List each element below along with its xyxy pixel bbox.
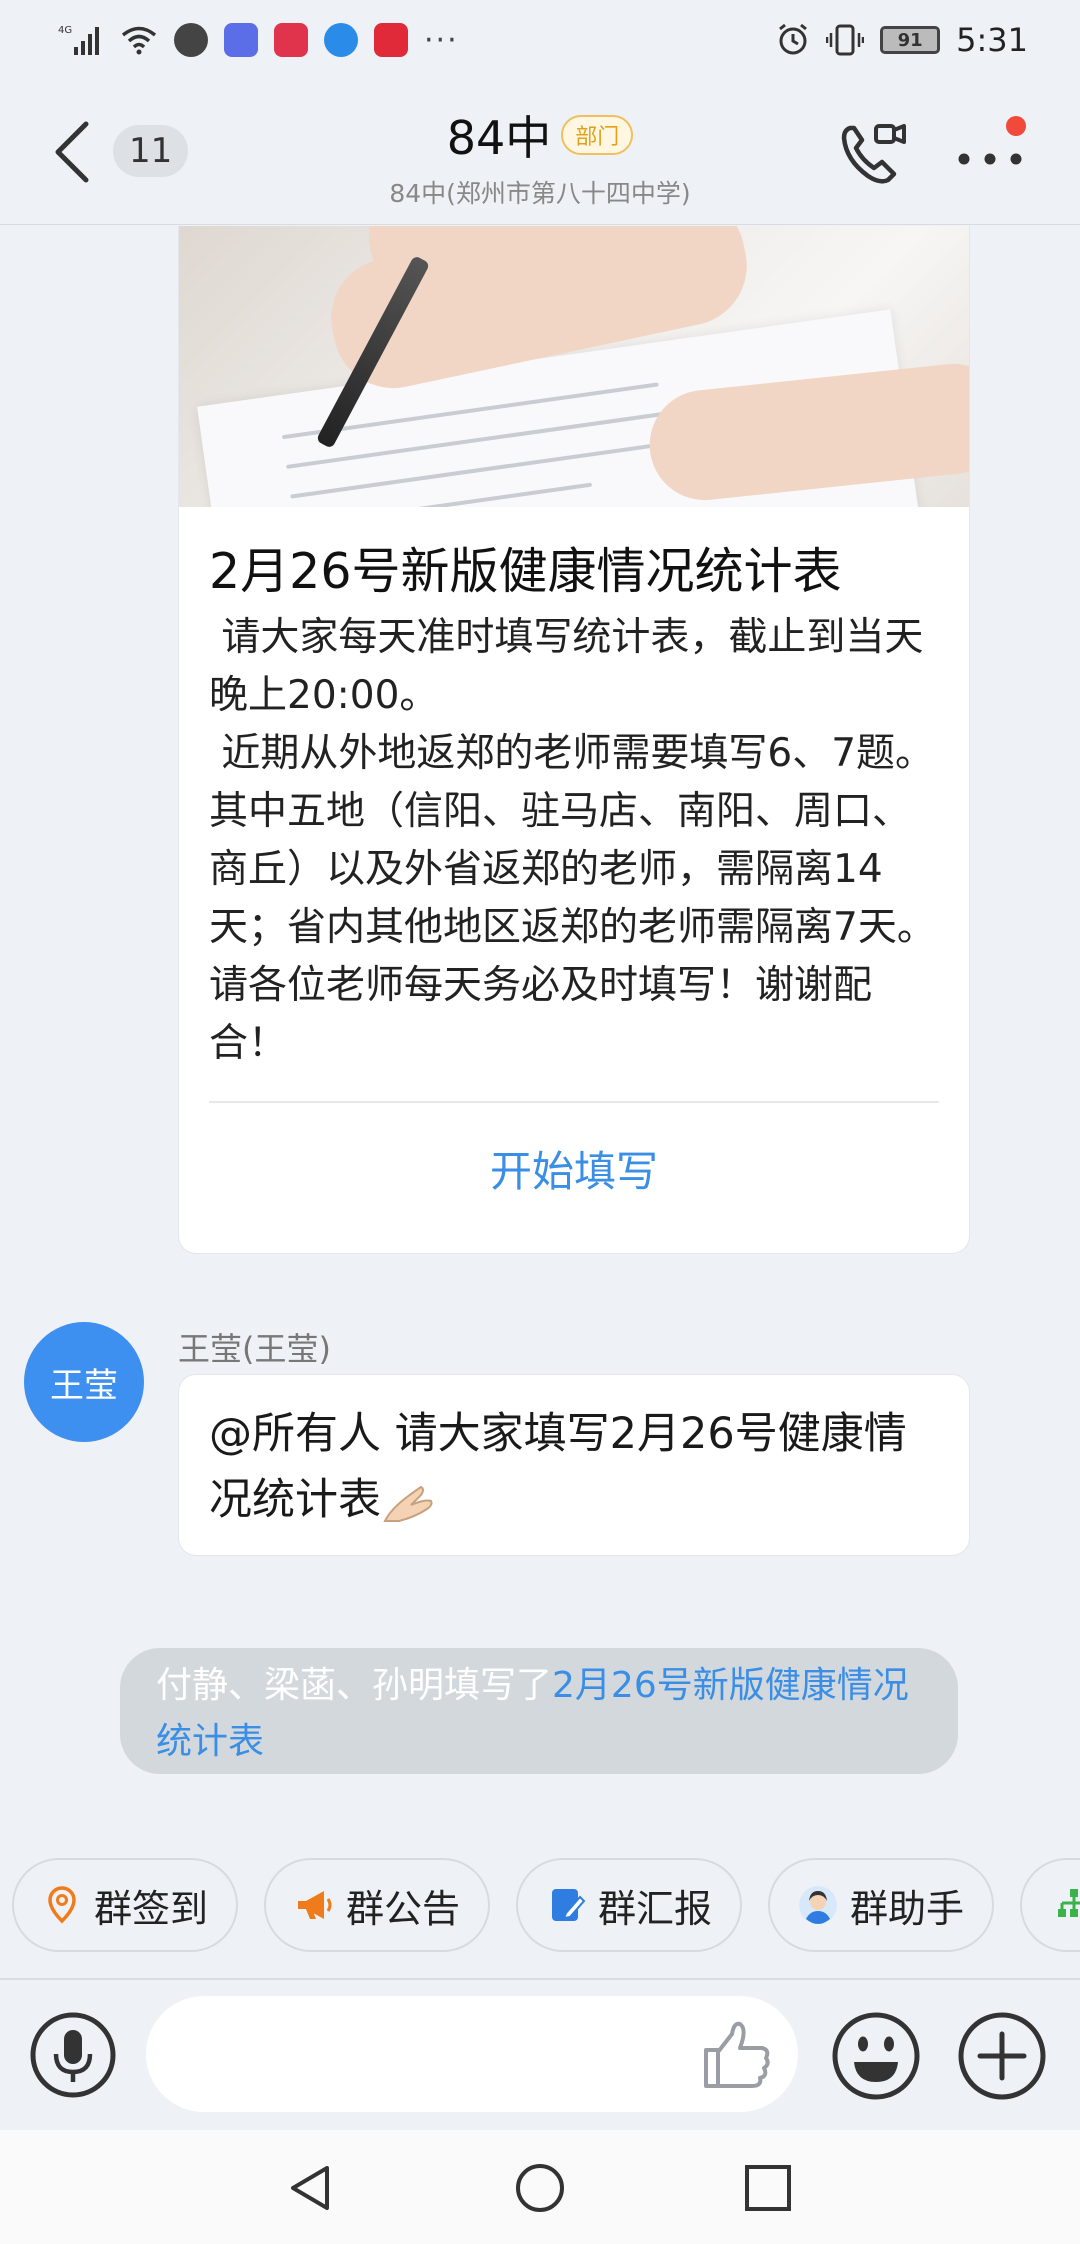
chip-label: 群助手 xyxy=(849,1886,964,1931)
reader-app-icon xyxy=(374,23,408,57)
chip-label: 群签到 xyxy=(93,1886,208,1931)
department-badge: 部门 xyxy=(561,115,634,155)
nav-home-icon[interactable] xyxy=(514,2162,566,2214)
group-announcement-button[interactable]: 群公告 xyxy=(264,1858,490,1952)
message-bubble[interactable]: @所有人 请大家填写2月26号健康情况统计表 xyxy=(178,1374,970,1556)
chat-subtitle: 84中(郑州市第八十四中学) xyxy=(389,179,691,208)
browser-app-icon xyxy=(324,23,358,57)
more-notifications-icon: ··· xyxy=(424,22,459,58)
svg-text:4G: 4G xyxy=(58,25,72,36)
megaphone-icon xyxy=(297,1891,332,1919)
notice-text: 付静、梁菡、孙明填写了 xyxy=(156,1665,553,1706)
system-nav-bar xyxy=(0,2130,1080,2244)
system-notice: 付静、梁菡、孙明填写了2月26号新版健康情况统计表 xyxy=(120,1648,958,1774)
phone-video-call-icon[interactable] xyxy=(836,118,908,190)
sender-name: 王莹(王莹) xyxy=(178,1330,331,1368)
chip-label: 群公告 xyxy=(345,1886,460,1931)
assistant-avatar-icon xyxy=(798,1886,837,1924)
battery-indicator: 91 xyxy=(880,26,941,54)
chat-header: 11 84中 部门 84中(郑州市第八十四中学) xyxy=(0,80,1080,225)
location-check-icon xyxy=(48,1886,76,1924)
add-more-icon[interactable] xyxy=(956,2010,1048,2102)
message-text: @所有人 请大家填写2月26号健康情况统计表 xyxy=(209,1409,907,1525)
wifi-icon xyxy=(121,26,157,55)
group-checkin-button[interactable]: 群签到 xyxy=(12,1858,238,1952)
clock: 5:31 xyxy=(956,21,1028,59)
group-structure-button[interactable] xyxy=(1020,1858,1080,1952)
group-report-button[interactable]: 群汇报 xyxy=(516,1858,742,1952)
vibrate-icon xyxy=(826,24,865,56)
emoji-icon[interactable] xyxy=(830,2010,922,2102)
card-body: 2月26号新版健康情况统计表 请大家每天准时填写统计表，截止到当天晚上20:00… xyxy=(179,507,969,1103)
signal-icon: 4G xyxy=(58,25,99,55)
status-left: 4G ··· xyxy=(58,23,459,58)
hand-shape xyxy=(369,226,549,297)
form-card[interactable]: 2月26号新版健康情况统计表 请大家每天准时填写统计表，截止到当天晚上20:00… xyxy=(178,226,970,1254)
chat-title-block[interactable]: 84中 部门 84中(郑州市第八十四中学) xyxy=(0,102,1080,210)
card-description: 请大家每天准时填写统计表，截止到当天晚上20:00。 近期从外地返郑的老师需要填… xyxy=(209,615,936,1066)
report-icon xyxy=(551,1889,586,1921)
praying-hands-emoji-icon xyxy=(383,1485,433,1522)
quick-action-bar[interactable]: 群签到 群公告 群汇报 群助手 xyxy=(0,1858,1080,1954)
nav-recent-apps-icon[interactable] xyxy=(742,2162,794,2214)
more-options-icon[interactable] xyxy=(956,135,1024,175)
voice-input-icon[interactable] xyxy=(28,2010,118,2100)
message-list[interactable]: 2月26号新版健康情况统计表 请大家每天准时填写统计表，截止到当天晚上20:00… xyxy=(0,226,1080,1846)
org-chart-icon xyxy=(1058,1889,1080,1917)
group-assistant-button[interactable]: 群助手 xyxy=(768,1858,994,1952)
chat-title: 84中 xyxy=(446,111,552,165)
status-right: 91 5:31 xyxy=(776,21,1028,59)
status-bar: 4G ··· 91 5:31 xyxy=(0,0,1080,80)
start-filling-button[interactable]: 开始填写 xyxy=(179,1103,969,1233)
music-app-icon xyxy=(224,23,258,57)
card-cover-image xyxy=(179,226,969,507)
alarm-icon xyxy=(779,23,808,55)
app-notification-icon xyxy=(174,23,208,57)
input-divider xyxy=(0,1978,1080,1980)
calendar-app-icon xyxy=(274,23,308,57)
chip-label: 群汇报 xyxy=(597,1886,712,1931)
nav-back-icon[interactable] xyxy=(285,2162,337,2214)
notification-dot xyxy=(1006,116,1026,136)
card-title: 2月26号新版健康情况统计表 xyxy=(209,543,842,600)
thumbs-up-icon[interactable] xyxy=(700,2018,774,2092)
avatar[interactable]: 王莹 xyxy=(24,1322,144,1442)
